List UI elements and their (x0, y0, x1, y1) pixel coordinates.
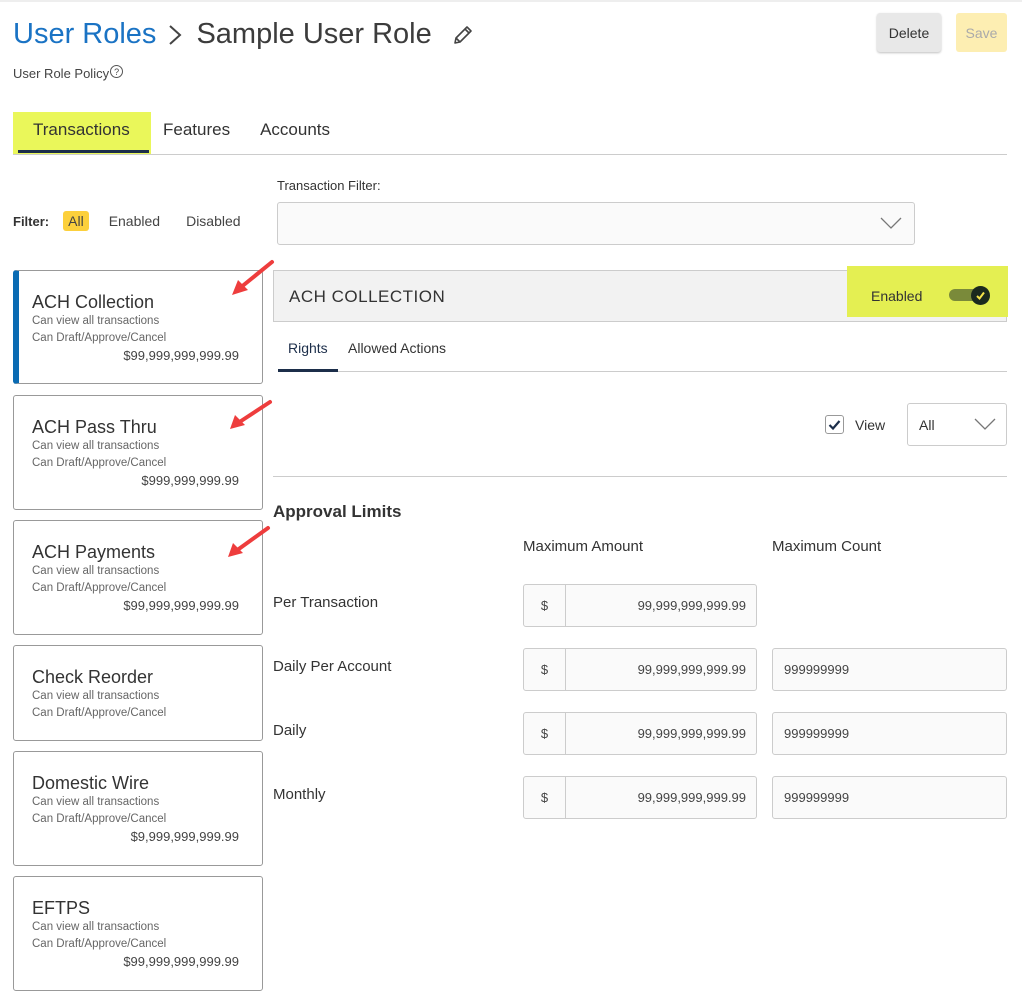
transaction-filter-label: Transaction Filter: (277, 178, 381, 193)
detail-subtabs: Rights Allowed Actions (278, 330, 1007, 372)
limit-label-daily-per-account: Daily Per Account (273, 658, 392, 675)
amount-value: 99,999,999,999.99 (637, 726, 746, 741)
delete-button[interactable]: Delete (877, 13, 941, 52)
pencil-edit-icon[interactable] (452, 24, 474, 46)
main-tabs: Transactions Features Accounts (13, 112, 1007, 155)
transaction-card-domestic-wire[interactable]: Domestic Wire Can view all transactions … (13, 751, 263, 866)
active-subtab-underline (278, 369, 338, 372)
limit-label-monthly: Monthly (273, 786, 326, 803)
approval-limits-title: Approval Limits (273, 502, 402, 521)
daily-amount-input[interactable]: $ 99,999,999,999.99 (523, 712, 757, 755)
status-filter: Filter: All Enabled Disabled (13, 211, 241, 231)
view-scope-select[interactable]: All (907, 403, 1007, 446)
limit-label-daily: Daily (273, 722, 307, 739)
subtab-rights-label: Rights (288, 340, 328, 356)
top-border (0, 0, 1022, 2)
checkmark-icon (828, 419, 841, 430)
card-name: Domestic Wire (32, 773, 150, 793)
subtab-allowed-actions[interactable]: Allowed Actions (348, 330, 446, 371)
maximum-count-header: Maximum Count (772, 538, 882, 555)
card-name: Check Reorder (32, 667, 154, 687)
chevron-down-icon (880, 216, 902, 235)
card-name: EFTPS (32, 898, 91, 918)
per-transaction-amount-input[interactable]: $ 99,999,999,999.99 (523, 584, 757, 627)
annotation-arrow-icon (232, 260, 274, 295)
maximum-amount-header: Maximum Amount (523, 538, 644, 555)
active-tab-underline (18, 150, 149, 153)
monthly-count-input[interactable]: 999999999 (772, 776, 1007, 819)
monthly-amount-input[interactable]: $ 99,999,999,999.99 (523, 776, 757, 819)
card-actions: Can Draft/Approve/Cancel (32, 813, 167, 825)
breadcrumb-user-roles-link[interactable]: User Roles (13, 18, 156, 51)
page-title: Sample User Role (196, 18, 432, 50)
limit-label-per-transaction: Per Transaction (273, 594, 379, 611)
enabled-label: Enabled (871, 288, 923, 304)
annotation-arrow-icon (228, 526, 270, 557)
currency-symbol: $ (524, 585, 566, 626)
subtab-rights[interactable]: Rights (278, 330, 338, 372)
policy-label: User Role Policy (13, 66, 110, 81)
card-rights: Can view all transactions (32, 440, 160, 452)
card-rights: Can view all transactions (32, 690, 160, 702)
view-checkbox[interactable] (825, 415, 844, 434)
card-rights: Can view all transactions (32, 315, 160, 327)
filter-all[interactable]: All (63, 211, 89, 231)
card-amount: $99,999,999,999.99 (123, 348, 239, 363)
save-button[interactable]: Save (956, 13, 1007, 52)
tab-transactions[interactable]: Transactions (13, 112, 151, 154)
currency-symbol: $ (524, 713, 566, 754)
section-divider (273, 476, 1007, 477)
transaction-card-ach-collection[interactable]: ACH Collection Can view all transactions… (13, 270, 263, 384)
card-amount: $9,999,999,999.99 (130, 829, 239, 844)
amount-value: 99,999,999,999.99 (637, 790, 746, 805)
daily-per-account-amount-input[interactable]: $ 99,999,999,999.99 (523, 648, 757, 691)
amount-value: 99,999,999,999.99 (637, 598, 746, 613)
breadcrumb: User Roles Sample User Role (13, 18, 474, 51)
user-role-policy: User Role Policy ? (13, 65, 124, 81)
card-actions: Can Draft/Approve/Cancel (32, 938, 167, 950)
card-rights: Can view all transactions (32, 565, 160, 577)
tab-accounts[interactable]: Accounts (260, 112, 330, 154)
filter-label: Filter: (13, 213, 50, 229)
enabled-toggle-group: Enabled (847, 266, 1008, 317)
transaction-filter-select[interactable] (277, 202, 915, 245)
currency-symbol: $ (524, 777, 566, 818)
card-rights: Can view all transactions (32, 921, 160, 933)
chevron-right-icon (168, 24, 182, 46)
card-rights: Can view all transactions (32, 796, 160, 808)
currency-symbol: $ (524, 649, 566, 690)
filter-enabled[interactable]: Enabled (109, 213, 160, 229)
card-actions: Can Draft/Approve/Cancel (32, 332, 167, 344)
card-actions: Can Draft/Approve/Cancel (32, 582, 167, 594)
annotation-arrow-icon (230, 400, 272, 429)
transaction-detail-title: ACH COLLECTION (289, 287, 446, 306)
view-scope-value: All (919, 417, 935, 433)
tab-features[interactable]: Features (163, 112, 230, 154)
card-actions: Can Draft/Approve/Cancel (32, 457, 167, 469)
card-actions: Can Draft/Approve/Cancel (32, 707, 167, 719)
tab-transactions-label: Transactions (33, 120, 130, 139)
card-amount: $99,999,999,999.99 (123, 598, 239, 613)
transaction-card-check-reorder[interactable]: Check Reorder Can view all transactions … (13, 645, 263, 741)
filter-disabled[interactable]: Disabled (186, 213, 240, 229)
card-amount: $99,999,999,999.99 (123, 954, 239, 969)
view-label: View (855, 417, 886, 433)
card-amount: $999,999,999.99 (141, 473, 239, 488)
enabled-toggle[interactable] (949, 286, 991, 305)
help-icon[interactable]: ? (110, 65, 124, 78)
checkmark-icon (971, 286, 990, 305)
amount-value: 99,999,999,999.99 (637, 662, 746, 677)
chevron-down-icon (974, 417, 996, 436)
daily-per-account-count-input[interactable]: 999999999 (772, 648, 1007, 691)
transaction-card-eftps[interactable]: EFTPS Can view all transactions Can Draf… (13, 876, 263, 991)
daily-count-input[interactable]: 999999999 (772, 712, 1007, 755)
